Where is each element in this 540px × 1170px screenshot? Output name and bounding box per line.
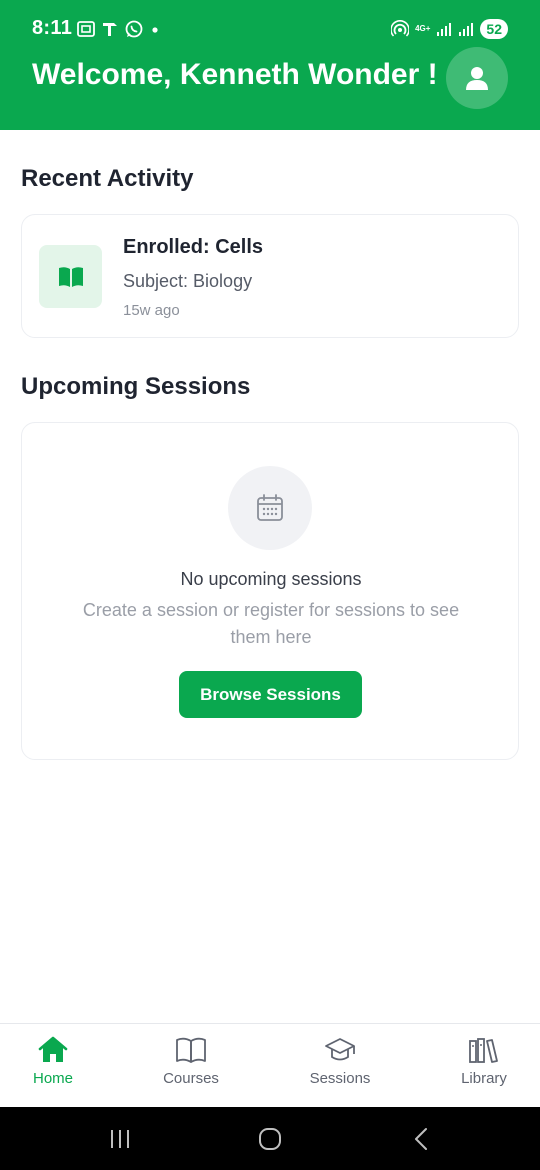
empty-state-description: Create a session or register for session… — [82, 600, 460, 647]
screenshot-icon — [77, 21, 95, 37]
nav-item-library[interactable]: Library — [429, 1036, 539, 1087]
activity-title: Enrolled: Cells — [123, 236, 264, 258]
empty-state-title: No upcoming sessions — [180, 569, 362, 589]
activity-card[interactable]: Enrolled: Cells Subject: Biology 15w ago — [21, 214, 519, 338]
home-button-icon[interactable] — [257, 1127, 283, 1151]
status-time: 8:11 — [32, 17, 73, 39]
bottom-nav: Home Courses Sessions Library — [0, 1023, 540, 1107]
activity-timestamp: 15w ago — [123, 302, 180, 319]
profile-avatar-button[interactable] — [446, 47, 508, 109]
status-bar: 8:11 4G+ 52 — [0, 0, 540, 58]
nav-item-courses[interactable]: Courses — [136, 1036, 246, 1087]
welcome-title: Welcome, Kenneth Wonder ! — [32, 58, 438, 91]
system-status-icons: 4G+ 52 — [391, 18, 508, 40]
upcoming-sessions-heading: Upcoming Sessions — [21, 373, 251, 400]
book-open-icon — [58, 266, 83, 287]
activity-subject: Subject: Biology — [123, 271, 253, 291]
book-icon — [176, 1037, 206, 1063]
signal-icon — [459, 23, 474, 36]
nav-label-sessions: Sessions — [309, 1070, 371, 1087]
system-nav-bar — [0, 1107, 540, 1170]
sessions-empty-card: No upcoming sessions Create a session or… — [21, 422, 519, 760]
nav-label-home: Home — [32, 1070, 73, 1087]
nav-label-courses: Courses — [163, 1070, 219, 1087]
library-icon — [469, 1038, 498, 1063]
home-icon — [38, 1036, 68, 1062]
notification-icons — [76, 18, 162, 40]
activity-icon-box — [39, 245, 102, 308]
hotspot-icon — [391, 20, 410, 37]
browse-sessions-button[interactable]: Browse Sessions — [179, 671, 362, 718]
graduation-cap-icon — [325, 1038, 355, 1061]
calendar-icon — [257, 494, 283, 521]
network-type: 4G+ — [415, 24, 431, 33]
signal-icon — [437, 23, 452, 36]
empty-state-icon-circle — [228, 466, 312, 550]
hammer-icon — [103, 23, 117, 36]
nav-label-library: Library — [461, 1070, 507, 1087]
nav-item-home[interactable]: Home — [0, 1036, 108, 1087]
app-header: 8:11 4G+ 52 Welcome, Kenneth Wonder ! — [0, 0, 540, 130]
battery-level: 52 — [480, 19, 508, 39]
user-icon — [466, 67, 488, 90]
back-icon[interactable] — [410, 1127, 434, 1151]
whatsapp-icon — [125, 20, 143, 38]
nav-item-sessions[interactable]: Sessions — [285, 1036, 395, 1087]
dot-icon — [152, 27, 158, 33]
recent-apps-icon[interactable] — [108, 1127, 132, 1151]
recent-activity-heading: Recent Activity — [21, 165, 194, 192]
